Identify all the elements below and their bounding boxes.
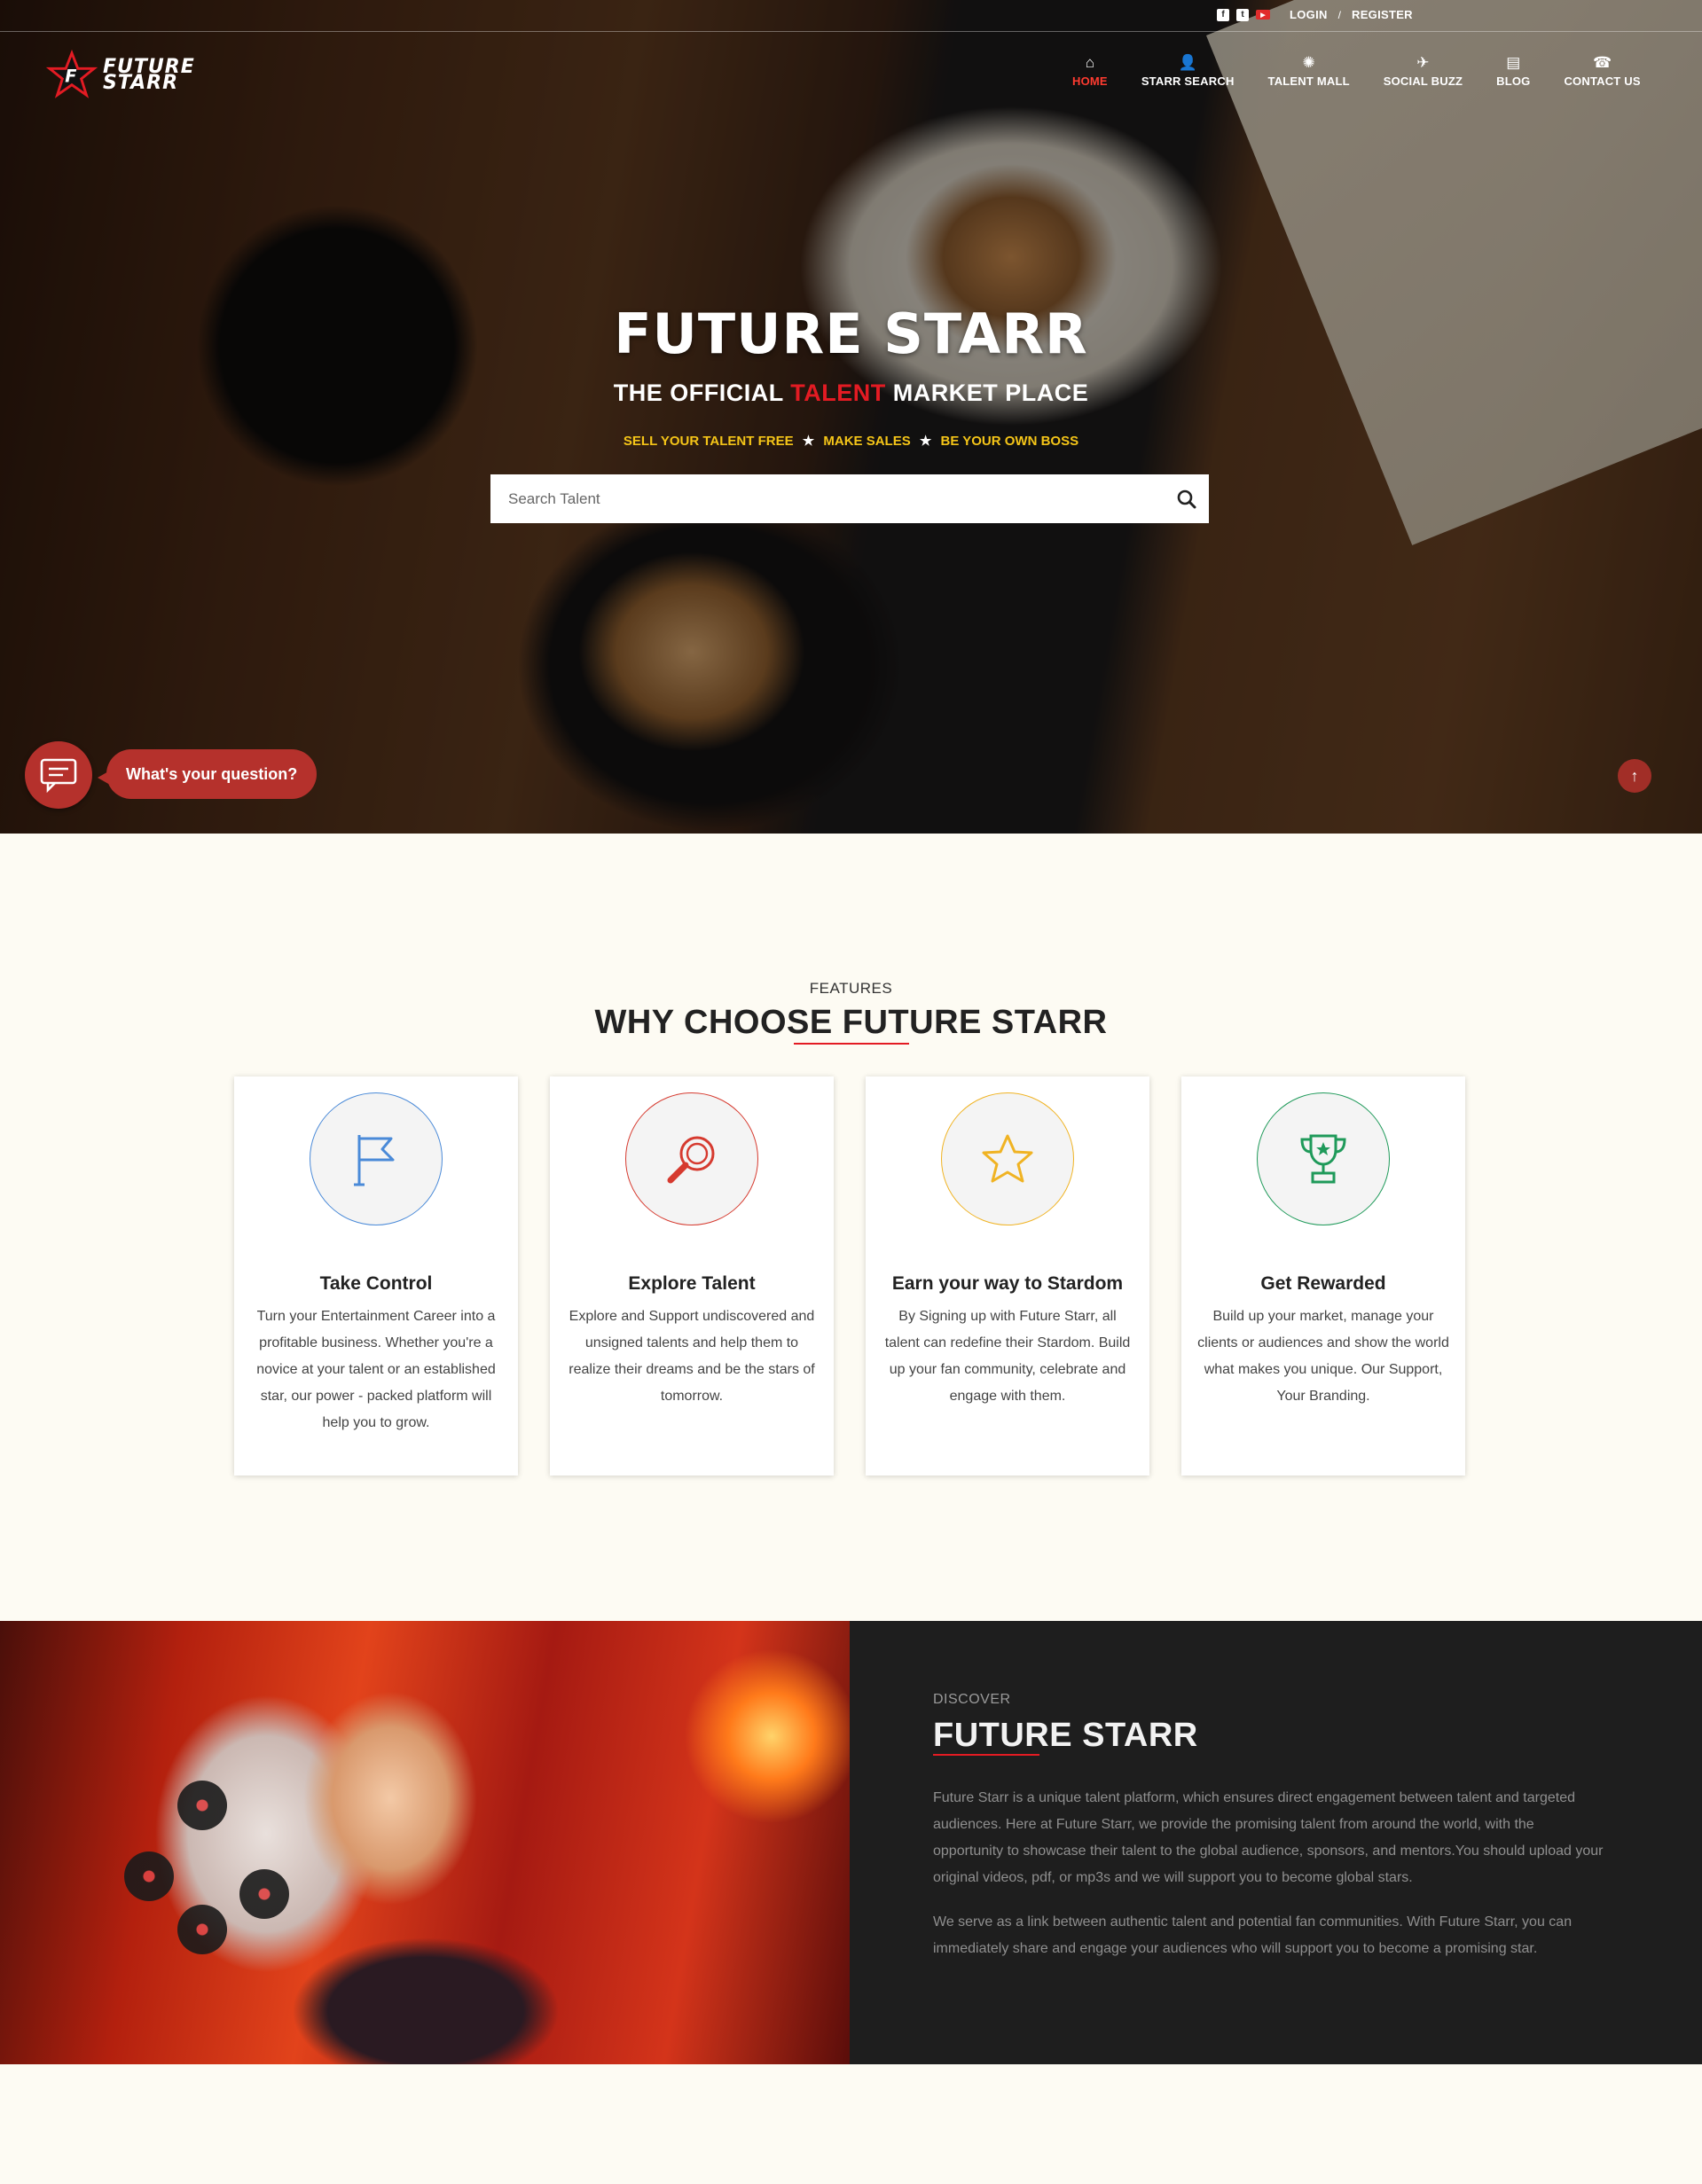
vinyl-record-decoration bbox=[177, 1781, 227, 1830]
home-icon: ⌂ bbox=[1085, 54, 1095, 71]
top-bar: f t ▶ LOGIN / REGISTER bbox=[0, 0, 1702, 32]
phone-icon: ☎ bbox=[1593, 54, 1612, 71]
vinyl-record-decoration bbox=[124, 1851, 174, 1901]
flag-icon bbox=[354, 1135, 395, 1186]
discover-paragraph-1: Future Starr is a unique talent platform… bbox=[933, 1790, 1604, 1885]
features-kicker: FEATURES bbox=[809, 980, 893, 997]
nav-label-starr-search: STARR SEARCH bbox=[1141, 74, 1235, 88]
feature-description: Turn your Entertainment Career into a pr… bbox=[256, 1309, 496, 1430]
discover-section: DISCOVER FUTURE STARR Future Starr is a … bbox=[0, 1621, 1702, 2064]
feature-title: Explore Talent bbox=[628, 1273, 756, 1294]
chat-icon bbox=[40, 758, 77, 793]
register-link[interactable]: REGISTER bbox=[1352, 8, 1413, 21]
title-underline bbox=[794, 1043, 909, 1045]
hero-background-image bbox=[0, 0, 1702, 834]
discover-paragraph-2: We serve as a link between authentic tal… bbox=[933, 1914, 1573, 1956]
feature-card-get-rewarded: Get Rewarded Build up your market, manag… bbox=[1181, 1076, 1465, 1476]
nav-label-home: HOME bbox=[1072, 74, 1108, 88]
chat-prompt[interactable]: What's your question? bbox=[97, 749, 318, 799]
vinyl-record-decoration bbox=[239, 1869, 289, 1919]
feature-description: Build up your market, manage your client… bbox=[1197, 1309, 1449, 1404]
features-section: FEATURES WHY CHOOSE FUTURE STARR Take Co… bbox=[0, 834, 1702, 1621]
magnifier-icon bbox=[667, 1136, 715, 1184]
mall-icon: ✺ bbox=[1302, 54, 1315, 71]
nav-item-blog[interactable]: ▤ BLOG bbox=[1496, 53, 1530, 88]
vinyl-record-decoration bbox=[177, 1905, 227, 1954]
scroll-to-top-button[interactable]: ↑ bbox=[1618, 759, 1651, 793]
tagline-sell-free: SELL YOUR TALENT FREE bbox=[623, 434, 794, 449]
login-register-separator: / bbox=[1337, 8, 1342, 21]
facebook-icon[interactable]: f bbox=[1217, 8, 1229, 21]
main-nav: ⌂ HOME 👤 STARR SEARCH ✺ TALENT MALL ✈ SO… bbox=[1055, 53, 1658, 88]
hero-section: f t ▶ LOGIN / REGISTER F FUTURE STARR ⌂ … bbox=[0, 0, 1702, 834]
logo-star-icon: F bbox=[46, 50, 98, 98]
talent-search-bar bbox=[490, 474, 1209, 523]
blog-icon: ▤ bbox=[1506, 54, 1521, 71]
hero-title: FUTURE STARR bbox=[614, 301, 1088, 366]
nav-label-talent-mall: TALENT MALL bbox=[1267, 74, 1350, 88]
nav-item-talent-mall[interactable]: ✺ TALENT MALL bbox=[1268, 53, 1350, 88]
search-input[interactable] bbox=[490, 474, 1165, 523]
nav-item-starr-search[interactable]: 👤 STARR SEARCH bbox=[1141, 53, 1235, 88]
top-bar-links: f t ▶ LOGIN / REGISTER bbox=[1217, 8, 1413, 21]
twitter-icon[interactable]: t bbox=[1236, 8, 1249, 21]
hero-subtitle: THE OFFICIAL TALENT MARKET PLACE bbox=[0, 380, 1702, 407]
search-icon[interactable] bbox=[1165, 474, 1209, 523]
nav-item-social-buzz[interactable]: ✈ SOCIAL BUZZ bbox=[1384, 53, 1463, 88]
discover-kicker: DISCOVER bbox=[933, 1692, 1011, 1707]
discover-title: FUTURE STARR bbox=[933, 1717, 1198, 1754]
feature-icon-circle bbox=[941, 1092, 1074, 1225]
feature-description: By Signing up with Future Starr, all tal… bbox=[884, 1309, 1131, 1404]
tagline-own-boss: BE YOUR OWN BOSS bbox=[940, 434, 1079, 449]
feature-card-take-control: Take Control Turn your Entertainment Car… bbox=[234, 1076, 518, 1476]
feature-icon-circle bbox=[310, 1092, 443, 1225]
youtube-icon[interactable]: ▶ bbox=[1256, 10, 1270, 20]
star-icon: ★ bbox=[919, 434, 932, 449]
feature-card-explore-talent: Explore Talent Explore and Support undis… bbox=[550, 1076, 834, 1476]
discover-text-panel: DISCOVER FUTURE STARR Future Starr is a … bbox=[850, 1621, 1702, 2064]
feature-title: Earn your way to Stardom bbox=[891, 1273, 1124, 1294]
arrow-up-icon: ↑ bbox=[1630, 766, 1639, 785]
nav-label-blog: BLOG bbox=[1496, 74, 1531, 88]
hero-tagline: SELL YOUR TALENT FREE ★ MAKE SALES ★ BE … bbox=[0, 433, 1702, 449]
chat-button[interactable] bbox=[25, 741, 92, 809]
feature-title: Take Control bbox=[319, 1273, 433, 1294]
site-logo[interactable]: F FUTURE STARR bbox=[46, 50, 195, 101]
hero-subtitle-post: MARKET PLACE bbox=[885, 380, 1089, 406]
feature-icon-circle bbox=[1257, 1092, 1390, 1225]
star-icon: ★ bbox=[802, 434, 815, 449]
discover-image bbox=[0, 1621, 850, 2064]
star-icon bbox=[982, 1134, 1033, 1183]
feature-card-earn-stardom: Earn your way to Stardom By Signing up w… bbox=[866, 1076, 1149, 1476]
hero-subtitle-pre: THE OFFICIAL bbox=[613, 380, 791, 406]
tagline-make-sales: MAKE SALES bbox=[823, 434, 911, 449]
hero-subtitle-highlight: TALENT bbox=[790, 380, 886, 406]
trophy-icon bbox=[1300, 1134, 1346, 1184]
svg-text:F: F bbox=[65, 67, 76, 87]
user-search-icon: 👤 bbox=[1178, 54, 1197, 71]
login-link[interactable]: LOGIN bbox=[1290, 8, 1328, 21]
title-underline bbox=[933, 1754, 1039, 1756]
social-icon: ✈ bbox=[1416, 54, 1430, 71]
feature-description: Explore and Support undiscovered and uns… bbox=[569, 1309, 815, 1404]
features-title: WHY CHOOSE FUTURE STARR bbox=[594, 1004, 1108, 1041]
nav-item-home[interactable]: ⌂ HOME bbox=[1072, 53, 1108, 88]
feature-icon-circle bbox=[625, 1092, 758, 1225]
feature-title: Get Rewarded bbox=[1260, 1273, 1386, 1294]
nav-item-contact-us[interactable]: ☎ CONTACT US bbox=[1564, 53, 1640, 88]
nav-label-contact-us: CONTACT US bbox=[1564, 74, 1641, 88]
nav-label-social-buzz: SOCIAL BUZZ bbox=[1383, 74, 1463, 88]
